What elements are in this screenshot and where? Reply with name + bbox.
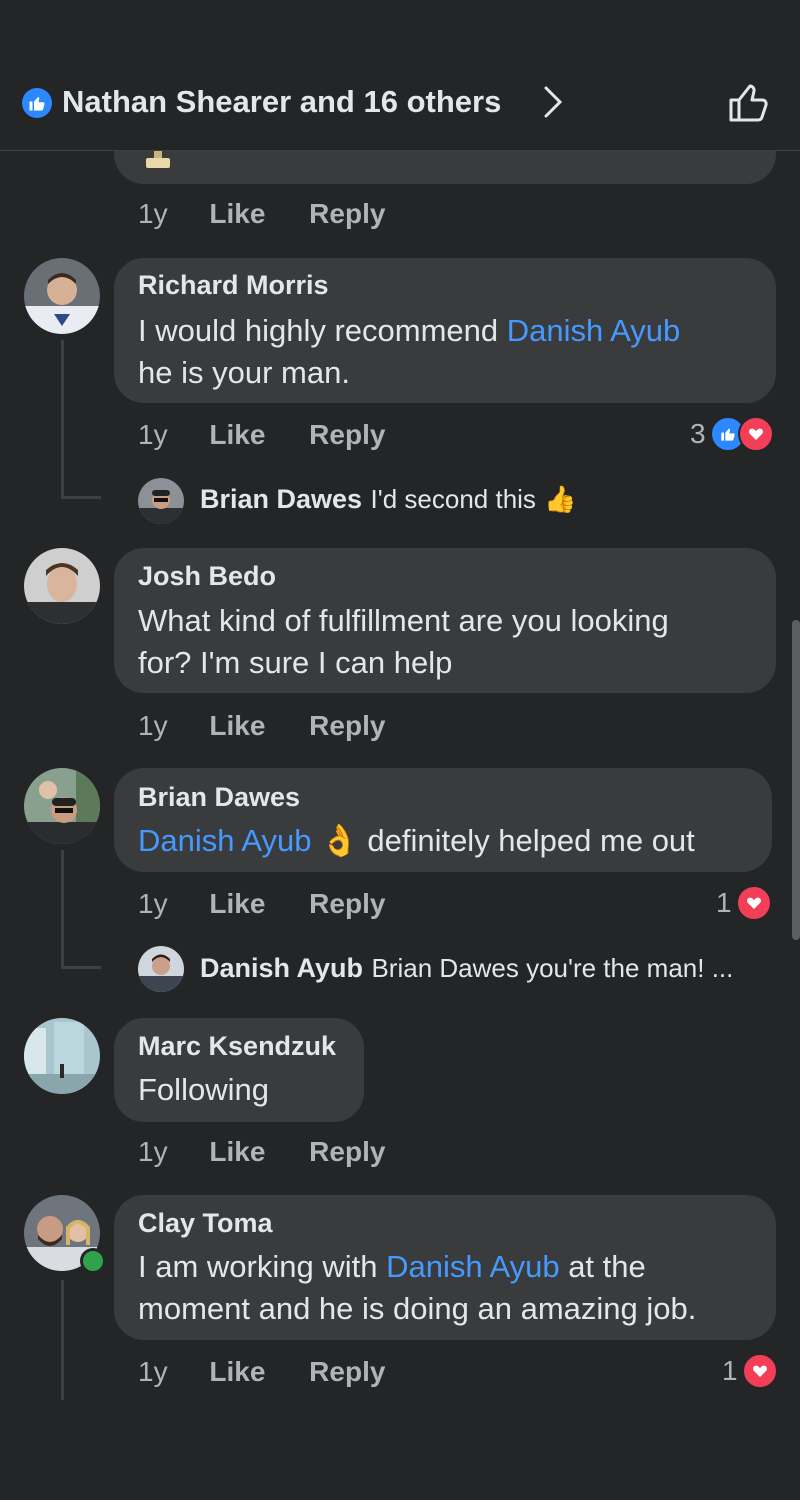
mention-link[interactable]: Danish Ayub [507,313,681,348]
reply-link[interactable]: Reply [309,1356,385,1387]
comment-text-part: I am working with [138,1249,387,1284]
avatar[interactable] [24,768,100,844]
comment-actions: 1y Like Reply [138,419,385,451]
love-reaction-icon [737,416,774,452]
comment-author[interactable]: Josh Bedo [138,561,276,592]
mention-link[interactable]: Danish Ayub [386,1249,560,1284]
reply-avatar[interactable] [138,946,184,992]
reaction-summary[interactable]: 1 [722,1353,778,1389]
reaction-summary[interactable]: 3 [690,416,774,452]
reply-link[interactable]: Reply [309,419,385,450]
comment-text: I would highly recommend Danish Ayub he … [138,310,758,394]
comment-author[interactable]: Richard Morris [138,270,329,301]
reply-author[interactable]: Brian Dawes [200,484,362,514]
comment-actions: 1y Like Reply [138,198,385,230]
comment-time: 1y [138,198,168,229]
comment-actions: 1y Like Reply [138,1136,385,1168]
comment-time: 1y [138,1356,168,1387]
comment-time: 1y [138,1136,168,1167]
like-link[interactable]: Like [209,710,265,741]
reaction-summary[interactable]: 1 [716,885,772,921]
thread-line [61,340,64,498]
love-reaction-icon [741,1353,778,1389]
thread-line [61,850,64,968]
comment-text-line: moment and he is doing an amazing job. [138,1291,697,1326]
scrollbar[interactable] [792,620,800,940]
comment-text-part: at the [559,1249,646,1284]
reply-text: Brian Dawes you're the man! ... [371,953,734,983]
mention-link[interactable]: Danish Ayub [138,823,312,858]
comment-author[interactable]: Brian Dawes [138,782,300,813]
like-reaction-icon [22,88,52,118]
reply-link[interactable]: Reply [309,888,385,919]
comment-actions: 1y Like Reply [138,710,385,742]
like-link[interactable]: Like [209,1136,265,1167]
comment-text: I am working with Danish Ayub at the mom… [138,1246,768,1330]
thread-curve [61,966,101,969]
reply-link[interactable]: Reply [309,710,385,741]
comment-actions: 1y Like Reply [138,1356,385,1388]
thumbs-up-emoji: 👍 [544,484,577,514]
comment-text-part: definitely helped me out [358,823,695,858]
avatar[interactable] [24,1018,100,1094]
love-reaction-icon [735,885,772,921]
comment-text-line: What kind of fulfillment are you looking [138,603,669,638]
thread-curve [61,496,101,499]
reply-text: I'd second this [370,484,536,514]
avatar[interactable] [24,548,100,624]
reply-link[interactable]: Reply [309,1136,385,1167]
thread-line [61,1280,64,1400]
ok-hand-emoji: 👌 [320,823,359,858]
comment-time: 1y [138,419,168,450]
like-link[interactable]: Like [209,419,265,450]
comment-actions: 1y Like Reply [138,888,385,920]
comment-text-part: I would highly recommend [138,313,507,348]
online-status-dot [80,1248,106,1274]
thumbs-up-outline-icon[interactable] [726,80,772,126]
reaction-count: 1 [716,887,732,918]
reply-author[interactable]: Danish Ayub [200,953,363,983]
reply-preview[interactable]: Brian Dawes I'd second this 👍 [200,484,577,515]
like-link[interactable]: Like [209,1356,265,1387]
avatar[interactable] [24,258,100,334]
comment-text-line: for? I'm sure I can help [138,645,453,680]
like-link[interactable]: Like [209,198,265,229]
reply-preview[interactable]: Danish Ayub Brian Dawes you're the man! … [200,953,733,984]
comment-time: 1y [138,888,168,919]
reply-avatar[interactable] [138,478,184,524]
like-link[interactable]: Like [209,888,265,919]
likers-text[interactable]: Nathan Shearer and 16 others [62,84,501,120]
comment-text-line: he is your man. [138,355,350,390]
reactions-header[interactable]: Nathan Shearer and 16 others [0,0,800,151]
emoji-icon [146,150,170,168]
chevron-right-icon[interactable] [538,84,568,120]
comment-time: 1y [138,710,168,741]
comment-text: What kind of fulfillment are you looking… [138,600,758,684]
comment-author[interactable]: Marc Ksendzuk [138,1031,336,1062]
comment-author[interactable]: Clay Toma [138,1208,273,1239]
reply-link[interactable]: Reply [309,198,385,229]
reaction-count: 3 [690,418,706,449]
reaction-count: 1 [722,1355,738,1386]
comment-text: Following [138,1072,269,1107]
comment-text: Danish Ayub 👌 definitely helped me out [138,820,768,862]
